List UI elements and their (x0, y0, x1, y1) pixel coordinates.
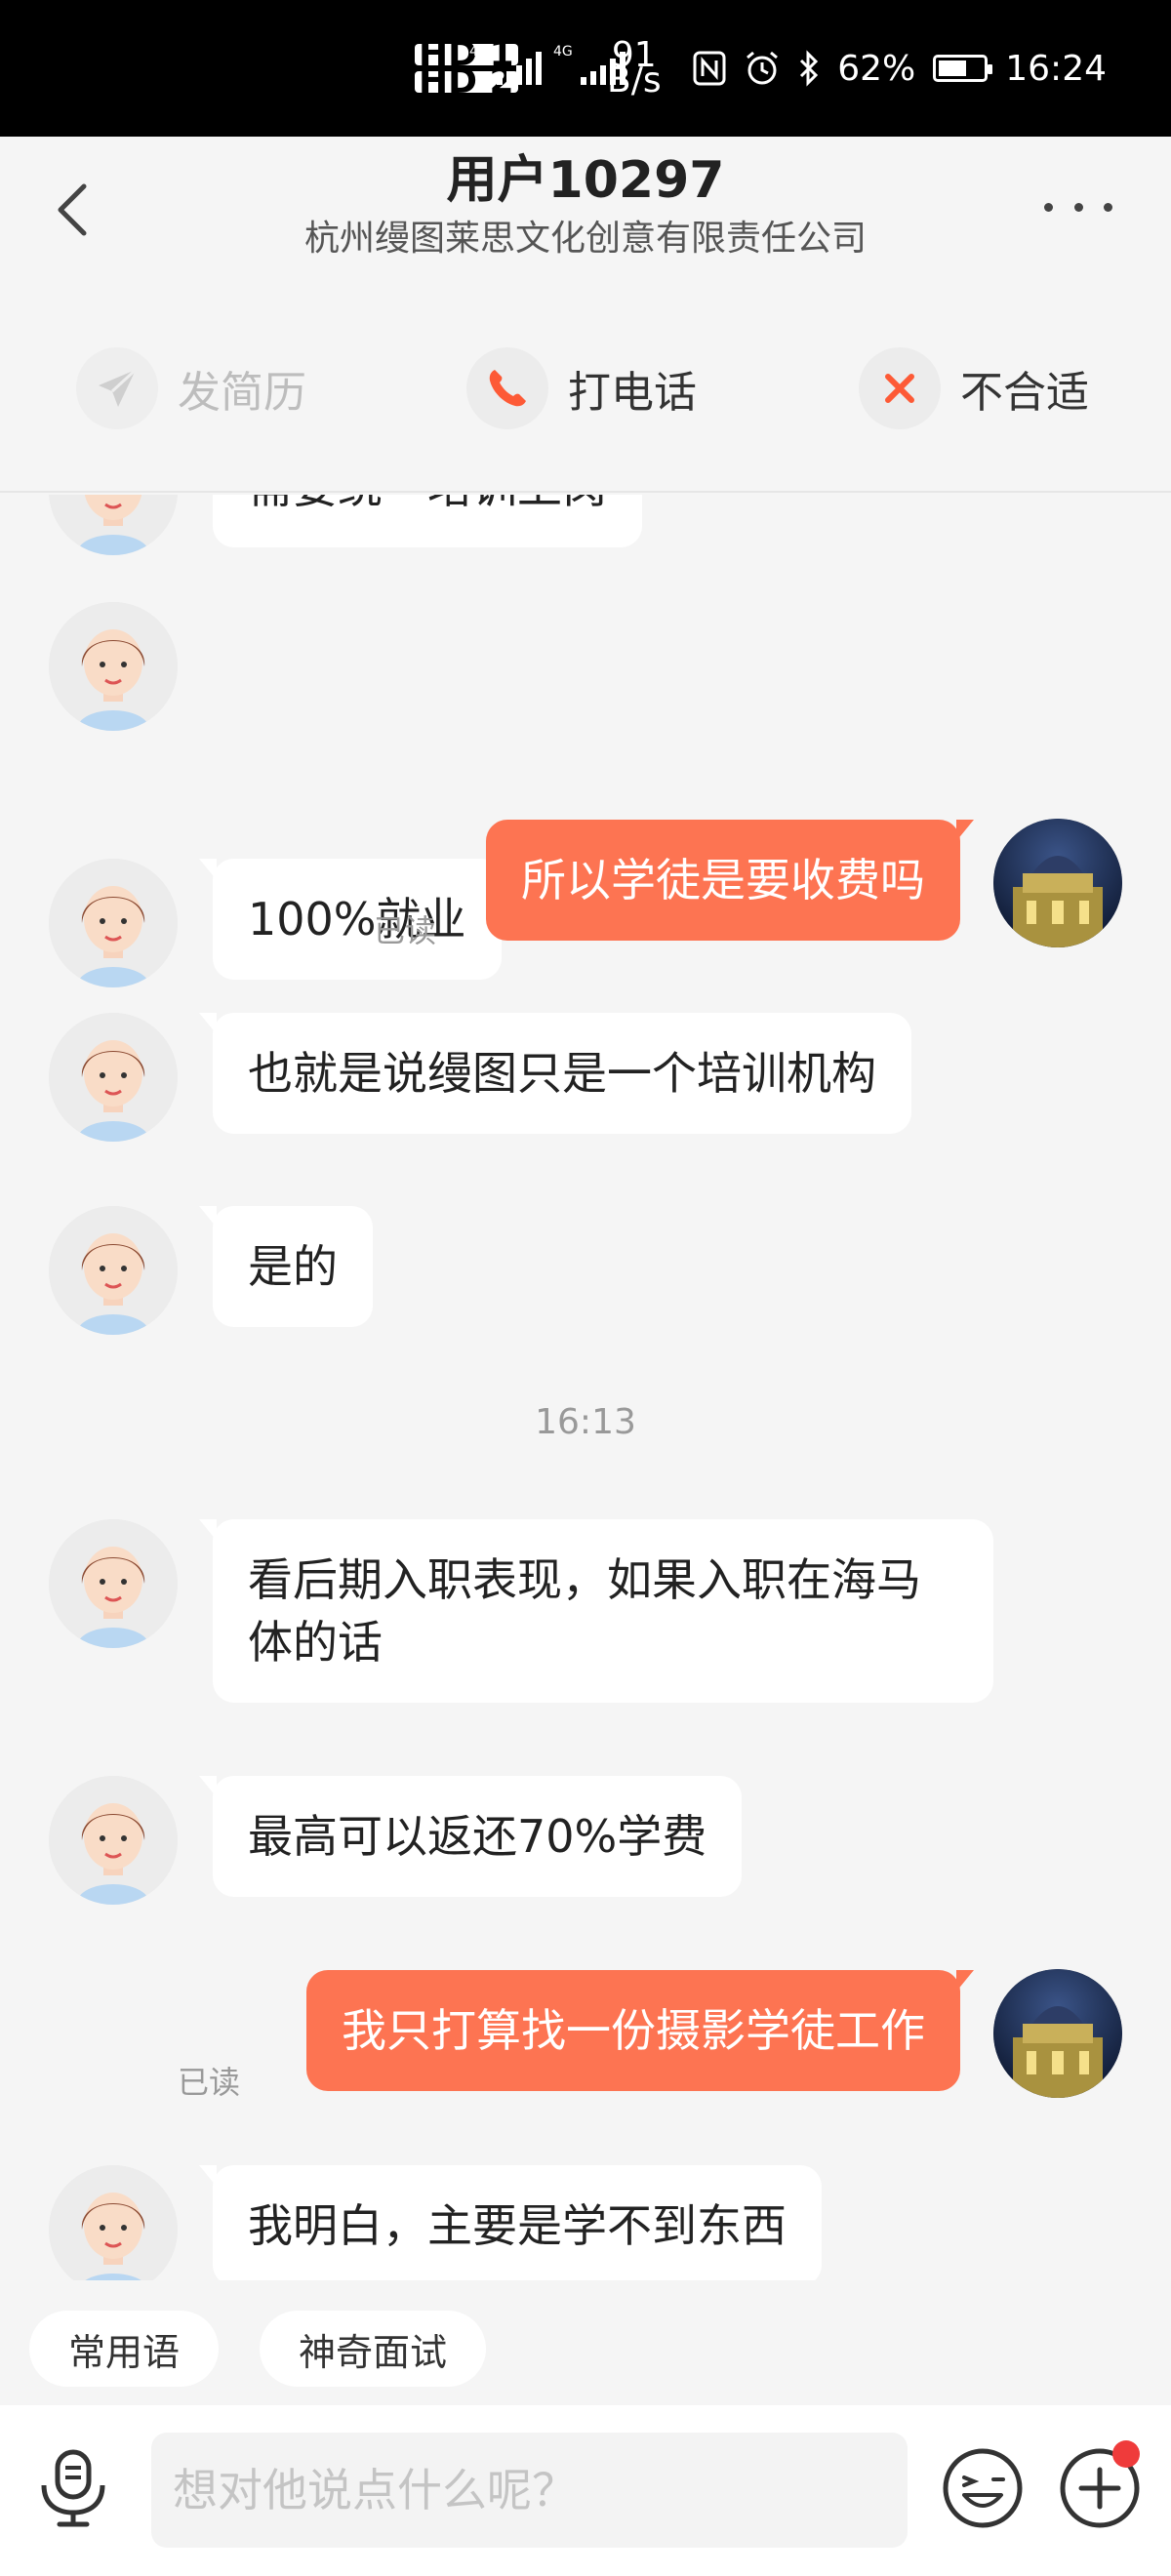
recruiter-avatar[interactable] (49, 859, 178, 987)
recruiter-avatar[interactable] (49, 2165, 178, 2280)
not-suitable-label: 不合适 (960, 368, 1089, 418)
message-input[interactable] (151, 2433, 908, 2548)
back-button[interactable] (43, 176, 101, 244)
phone-icon (466, 347, 548, 429)
status-bar: HD 1 HD 2 4G 4G 91 B/s 62% 16:24 (0, 0, 1171, 137)
call-label: 打电话 (568, 368, 697, 418)
action-bar: 发简历 打电话 不合适 (0, 283, 1171, 493)
status-right: 62% 16:24 (693, 0, 1107, 137)
send-icon (76, 347, 158, 429)
recruiter-avatar[interactable] (49, 495, 178, 555)
alarm-icon (747, 51, 779, 85)
incoming-bubble[interactable]: 100%就业 (199, 859, 502, 980)
send-resume-button[interactable]: 发简历 (76, 340, 306, 437)
quick-phrase-bar: 常用语 神奇面试 (0, 2283, 1171, 2400)
chevron-left-icon (58, 183, 87, 236)
signal-icon: 4G (469, 44, 542, 85)
speed-unit: B/s (607, 60, 662, 101)
recruiter-avatar[interactable] (49, 1013, 178, 1142)
dot-icon (1104, 202, 1112, 212)
nfc-icon (693, 51, 726, 86)
message-list[interactable]: 需要统一培训上岗 100%就业 已读 所以学徒是要收费吗 也就是说缦图只是一个培… (0, 495, 1171, 2280)
signal-group: 4G 4G (469, 0, 626, 137)
network-type-2: 4G (553, 44, 573, 60)
more-input-button[interactable] (1056, 2440, 1144, 2532)
recruiter-avatar[interactable] (49, 1519, 178, 1648)
dot-icon (1073, 202, 1083, 212)
microphone-icon (41, 2449, 105, 2527)
outgoing-bubble[interactable]: 所以学徒是要收费吗 (486, 820, 974, 941)
call-button[interactable]: 打电话 (466, 340, 697, 437)
recruiter-avatar[interactable] (49, 602, 178, 731)
voice-button[interactable] (29, 2444, 117, 2532)
my-avatar[interactable] (993, 819, 1122, 947)
company-name: 杭州缦图莱思文化创意有限责任公司 (303, 219, 867, 259)
recruiter-avatar[interactable] (49, 1206, 178, 1335)
incoming-bubble[interactable]: 我明白，主要是学不到东西 (199, 2165, 822, 2280)
read-status: 已读 (374, 912, 437, 949)
common-phrases-chip[interactable]: 常用语 (29, 2311, 220, 2387)
emoji-icon (943, 2448, 1023, 2528)
recruiter-avatar[interactable] (49, 1776, 178, 1905)
incoming-bubble[interactable]: 最高可以返还70%学费 (198, 1776, 743, 1897)
more-options-button[interactable] (1044, 187, 1112, 226)
dot-icon (1044, 202, 1053, 212)
outgoing-bubble[interactable]: 我只打算找一份摄影学徒工作 (306, 1970, 974, 2091)
not-suitable-button[interactable]: 不合适 (859, 340, 1089, 437)
close-icon (859, 347, 941, 429)
title-block: 用户10297 杭州缦图莱思文化创意有限责任公司 (195, 146, 976, 263)
chat-header: 用户10297 杭州缦图莱思文化创意有限责任公司 (0, 137, 1171, 283)
battery-percent: 62% (837, 48, 916, 89)
emoji-button[interactable] (939, 2444, 1027, 2532)
magic-interview-chip[interactable]: 神奇面试 (260, 2311, 487, 2387)
clock: 16:24 (1005, 48, 1107, 89)
network-type-1: 4G (469, 44, 489, 60)
my-avatar[interactable] (993, 1969, 1122, 2098)
input-bar (0, 2405, 1171, 2576)
send-resume-label: 发简历 (178, 368, 306, 418)
incoming-bubble[interactable]: 需要统一培训上岗 (213, 495, 642, 547)
bluetooth-icon (800, 50, 819, 87)
incoming-bubble[interactable]: 是的 (199, 1206, 373, 1327)
network-speed: 91 B/s (607, 0, 662, 137)
incoming-bubble[interactable]: 也就是说缦图只是一个培训机构 (199, 1013, 911, 1134)
timestamp: 16:13 (535, 1402, 636, 1442)
notification-dot (1112, 2440, 1140, 2468)
read-status: 已读 (178, 2064, 241, 2101)
page-title: 用户10297 (446, 151, 725, 210)
incoming-bubble[interactable]: 看后期入职表现，如果入职在海马体的话 (199, 1519, 993, 1703)
battery-icon (933, 55, 993, 82)
